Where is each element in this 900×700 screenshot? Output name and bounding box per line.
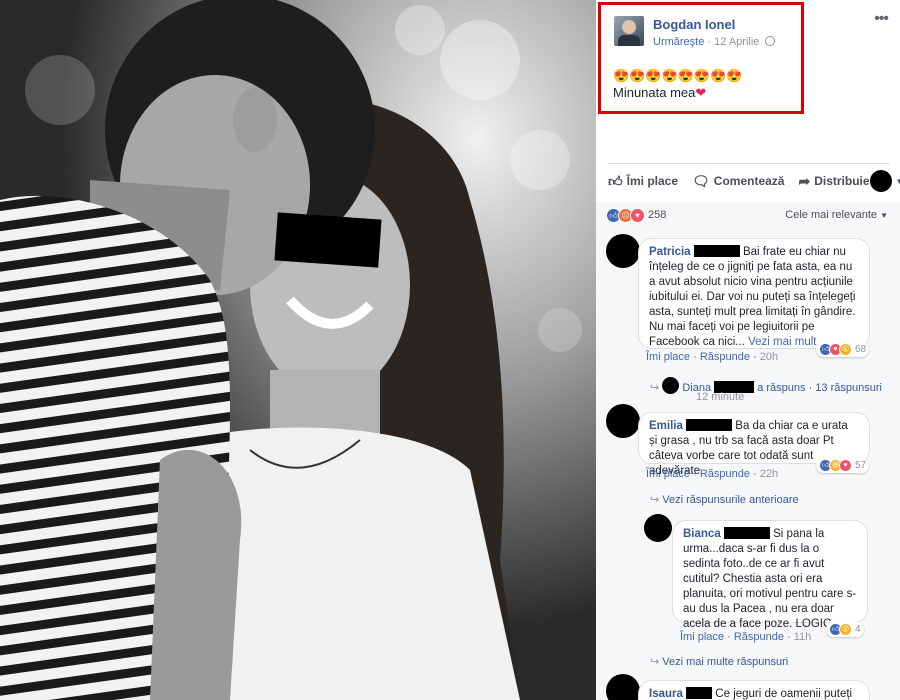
sort-label: Cele mai relevante [785,209,878,221]
comment-bubble: Isaura Ce jeguri de oamenii puteți fii, [638,680,870,700]
avatar[interactable] [606,674,640,700]
avatar[interactable] [606,234,640,268]
more-replies-link[interactable]: ↪ Vezi mai multe răspunsuri [650,655,788,668]
post-meta: Urmăreşte · 12 Aprilie [653,36,776,48]
comment-actions: Îmi place · Răspunde · 11h [680,631,812,643]
more-options-icon[interactable]: ••• [874,10,889,28]
reply-time: 12 minute [696,391,745,403]
redaction-bar [693,245,740,257]
reply-count: 13 răspunsuri [815,382,882,394]
commenter-name[interactable]: Emilia [649,420,683,432]
comment-like-link[interactable]: Îmi place [646,351,690,363]
comment-reply-link[interactable]: Răspunde [700,468,750,480]
reply-action: a răspuns [757,382,806,394]
share-icon: ➦ [798,172,811,189]
reply-arrow-icon: ↪ [650,656,660,668]
comment-reply-link[interactable]: Răspunde [700,351,750,363]
comment-actions: Îmi place · Răspunde · 20h [646,351,779,363]
comment-like-link[interactable]: Îmi place [646,468,690,480]
comment-actions: Îmi place · Răspunde · 22h [646,468,779,480]
follow-link[interactable]: Urmăreşte [653,36,704,48]
photo-illustration [0,0,596,700]
comment-reactions[interactable]: 👍︎ 😆︎ ♥ 57 [816,458,870,473]
post-date[interactable]: 12 Aprilie [714,36,759,48]
love-icon: ♥ [630,208,645,223]
previous-replies-label: Vezi răspunsurile anterioare [662,494,799,506]
divider [608,163,890,164]
comment-time[interactable]: 22h [760,468,778,480]
comment-bubble: Patricia Bai frate eu chiar nu înțeleg d… [638,238,870,349]
commenter-name[interactable]: Bianca [683,528,721,540]
post-actions: 👍︎ Îmi place 🗨︎ Comentează ➦ Distribuie … [608,168,900,194]
post-emojis: 😍😍😍😍😍😍😍😍 [613,68,743,83]
redaction-bar [686,419,733,431]
sort-dropdown[interactable]: Cele mai relevante ▼ [785,209,888,221]
globe-icon [765,36,776,46]
wow-icon: 😮︎ [839,343,852,356]
author-avatar[interactable] [614,16,644,46]
more-replies-label: Vezi mai multe răspunsuri [662,656,789,668]
reaction-icons: 👍︎ ☹ ♥ [606,208,645,223]
like-button[interactable]: 👍︎ Îmi place [608,173,678,190]
caret-down-icon: ▼ [880,211,888,220]
comment-icon: 🗨︎ [692,172,710,189]
post-sidebar: Bogdan Ionel Urmăreşte · 12 Aprilie 😍😍😍😍… [596,0,900,700]
like-label: Îmi place [626,174,678,188]
comment-time[interactable]: 20h [760,351,778,363]
reply-summary[interactable]: ↪ Diana a răspuns · 13 răspunsuri [650,374,882,394]
wow-icon: 😮︎ [839,623,852,636]
reactions-summary[interactable]: 👍︎ ☹ ♥ 258 Cele mai relevante ▼ [596,202,900,228]
comment-bubble: Emilia Ba da chiar ca e urata și grasa ,… [638,412,870,477]
love-icon: ♥ [839,459,852,472]
previous-replies-link[interactable]: ↪ Vezi răspunsurile anterioare [650,493,799,506]
reaction-count: 68 [855,344,867,355]
comment-reactions[interactable]: 👍︎ 😮︎ 4 [826,622,864,637]
comment-time[interactable]: 11h [794,631,812,643]
share-label: Distribuie [814,174,870,188]
thumbs-up-icon: 👍︎ [608,172,623,189]
share-avatar[interactable] [869,170,892,192]
reaction-count: 4 [855,624,861,635]
heart-icon: ❤ [695,85,707,100]
see-more-link[interactable]: Vezi mai mult [748,336,816,348]
reply-arrow-icon: ↪ [650,382,660,394]
comment-button[interactable]: 🗨︎ Comentează [692,173,784,190]
comments-section: Patricia Bai frate eu chiar nu înțeleg d… [596,228,900,700]
commenter-name[interactable]: Isaura [649,688,683,700]
reply-arrow-icon: ↪ [650,494,660,506]
redaction-bar [686,687,713,699]
commenter-name[interactable]: Patricia [649,246,691,258]
comment-text: Bai frate eu chiar nu înțeleg de ce o ji… [649,246,856,348]
redaction-bar [723,527,770,539]
avatar[interactable] [606,404,640,438]
share-button[interactable]: ➦ Distribuie ▼ [798,170,900,192]
reaction-count[interactable]: 258 [648,209,666,221]
comment-bubble: Bianca Si pana la urma...daca s-ar fi du… [672,520,868,630]
reaction-count: 57 [855,460,867,471]
avatar[interactable] [644,514,672,542]
post-text: Minunata mea❤ [613,85,706,101]
comment-reply-link[interactable]: Răspunde [734,631,784,643]
avatar [662,377,680,394]
caret-down-icon[interactable]: ▼ [896,177,900,186]
comment-reactions[interactable]: 👍︎ ♥ 😮︎ 68 [816,342,870,357]
comment-like-link[interactable]: Îmi place [680,631,724,643]
author-name[interactable]: Bogdan Ionel [653,17,735,32]
comment-text: Si pana la urma...daca s-ar fi dus la o … [683,528,857,630]
post-photo[interactable] [0,0,596,700]
post-header-highlight: Bogdan Ionel Urmăreşte · 12 Aprilie 😍😍😍😍… [598,2,804,114]
post-text-body: Minunata mea [613,85,696,100]
comment-label: Comentează [713,174,785,188]
